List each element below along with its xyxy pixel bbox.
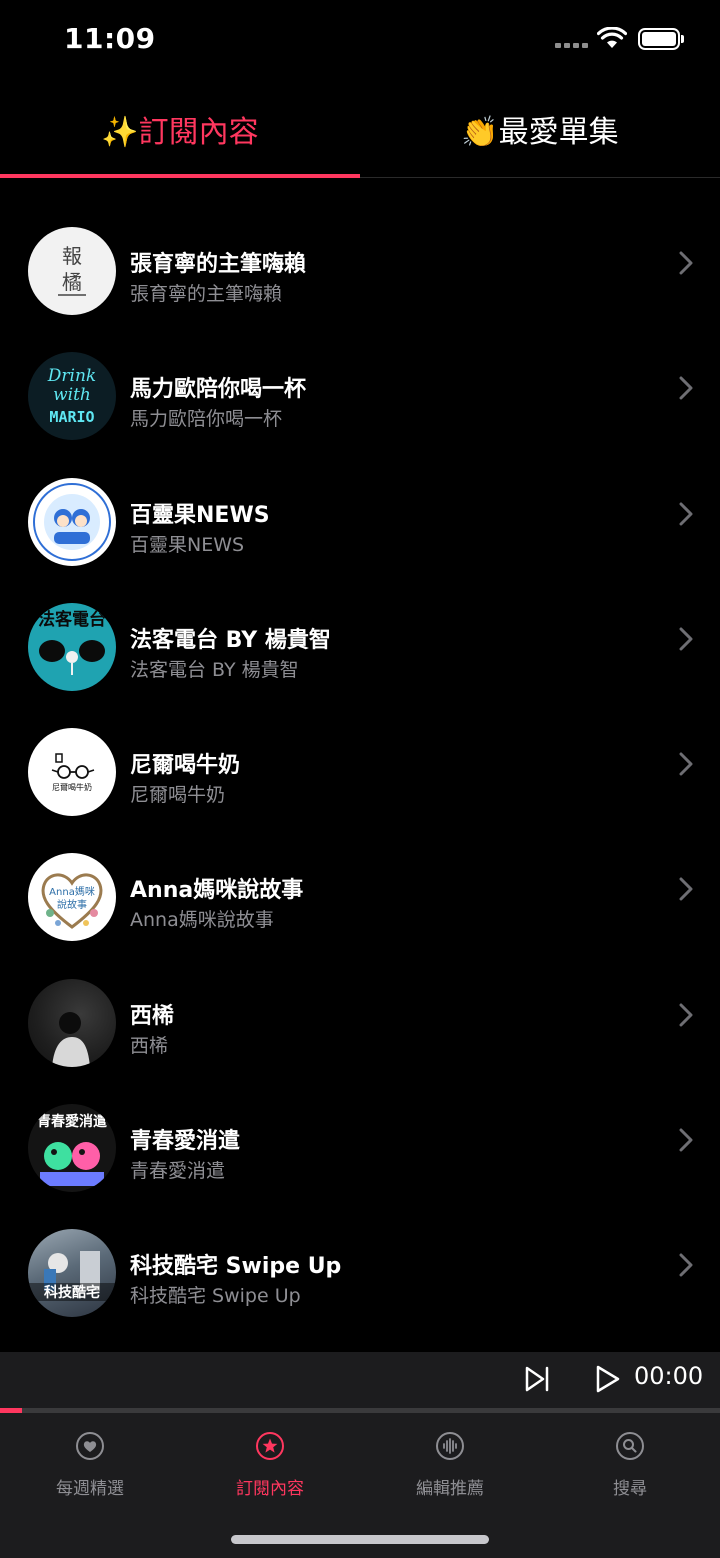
artwork-text: 說故事 bbox=[57, 898, 87, 911]
tab-subscriptions[interactable]: ✨訂閱內容 bbox=[0, 80, 360, 178]
podcast-title: 法客電台 BY 楊貴智 bbox=[130, 627, 331, 653]
chevron-right-icon bbox=[679, 1128, 693, 1152]
chevron-right-icon bbox=[679, 752, 693, 776]
status-time: 11:09 bbox=[64, 22, 156, 55]
top-tabs: ✨訂閱內容 👏最愛單集 bbox=[0, 80, 720, 178]
play-icon[interactable] bbox=[594, 1364, 622, 1394]
artwork-text: Anna媽咪 bbox=[49, 885, 95, 898]
podcast-title: 百靈果NEWS bbox=[130, 502, 270, 528]
podcast-row[interactable]: 青春愛消遣 青春愛消遣 青春愛消遣 bbox=[0, 1085, 720, 1210]
podcast-subtitle: 青春愛消遣 bbox=[130, 1160, 226, 1183]
chevron-right-icon bbox=[679, 1253, 693, 1277]
podcast-title: Anna媽咪說故事 bbox=[130, 878, 304, 904]
heart-wreath-artwork: Anna媽咪 說故事 bbox=[28, 853, 116, 942]
podcast-row[interactable]: 報 橘 張育寧的主筆嗨賴 張育寧的主筆嗨賴 bbox=[0, 208, 720, 333]
home-indicator bbox=[231, 1535, 489, 1544]
chevron-right-icon bbox=[679, 376, 693, 400]
podcast-row[interactable]: 法客電台 法客電台 BY 楊貴智 法客電台 BY 楊貴智 bbox=[0, 584, 720, 709]
artwork-text: 法客電台 bbox=[38, 609, 106, 630]
chevron-right-icon bbox=[679, 502, 693, 526]
artwork-text: with bbox=[53, 385, 91, 405]
glasses-logo-artwork: 尼爾喝牛奶 bbox=[28, 728, 116, 817]
portrait-photo-artwork bbox=[28, 978, 116, 1067]
chevron-right-icon bbox=[679, 1003, 693, 1027]
podcast-row[interactable]: 尼爾喝牛奶 尼爾喝牛奶 尼爾喝牛奶 bbox=[0, 709, 720, 834]
youth-illustration-artwork: 青春愛消遣 bbox=[28, 1104, 116, 1193]
heart-icon bbox=[76, 1432, 104, 1460]
world-news-artwork bbox=[28, 477, 116, 566]
fake-radio-artwork: 法客電台 bbox=[28, 602, 116, 691]
podcast-subtitle: Anna媽咪說故事 bbox=[130, 909, 274, 932]
chevron-right-icon bbox=[679, 627, 693, 651]
chevron-right-icon bbox=[679, 877, 693, 901]
tab-label: 每週精選 bbox=[56, 1479, 124, 1499]
podcast-subtitle: 科技酷宅 Swipe Up bbox=[130, 1285, 301, 1308]
podcast-title: 青春愛消遣 bbox=[130, 1129, 241, 1155]
tab-label: 編輯推薦 bbox=[416, 1479, 484, 1499]
podcast-row[interactable]: 西桸 西桸 bbox=[0, 960, 720, 1085]
artwork-text: Drink bbox=[47, 366, 96, 386]
podcast-row[interactable]: 百靈果NEWS 百靈果NEWS bbox=[0, 459, 720, 584]
podcast-list: 報 橘 張育寧的主筆嗨賴 張育寧的主筆嗨賴 Drink with MARIO 馬… bbox=[0, 208, 720, 1336]
baoju-logo-artwork: 報 橘 bbox=[28, 227, 116, 315]
drink-with-mario-artwork: Drink with MARIO bbox=[28, 352, 116, 441]
podcast-title: 張育寧的主筆嗨賴 bbox=[130, 252, 307, 277]
artwork-text: 青春愛消遣 bbox=[37, 1113, 107, 1130]
artwork-text: 尼爾喝牛奶 bbox=[52, 782, 92, 792]
chevron-right-icon bbox=[679, 251, 693, 275]
search-icon bbox=[616, 1432, 644, 1460]
tech-photo-artwork: 科技酷宅 bbox=[28, 1229, 116, 1318]
tab-editor-picks[interactable]: 編輯推薦 bbox=[360, 1413, 540, 1513]
tab-favorite-episodes[interactable]: 👏最愛單集 bbox=[360, 80, 720, 178]
podcast-subtitle: 尼爾喝牛奶 bbox=[130, 784, 226, 807]
podcast-subtitle: 百靈果NEWS bbox=[130, 533, 245, 556]
podcast-row[interactable]: Drink with MARIO 馬力歐陪你喝一杯 馬力歐陪你喝一杯 bbox=[0, 333, 720, 458]
wifi-icon bbox=[597, 27, 627, 48]
tab-weekly-picks[interactable]: 每週精選 bbox=[0, 1413, 180, 1513]
status-bar: 11:09 bbox=[0, 0, 720, 80]
skip-forward-icon[interactable] bbox=[522, 1364, 552, 1394]
artwork-text: MARIO bbox=[49, 408, 94, 426]
mini-player: 00:00 bbox=[0, 1352, 720, 1408]
battery-icon bbox=[638, 28, 684, 50]
cellular-signal-icon bbox=[555, 43, 588, 48]
podcast-row[interactable]: 科技酷宅 科技酷宅 Swipe Up 科技酷宅 Swipe Up bbox=[0, 1210, 720, 1335]
tab-indicator bbox=[0, 174, 360, 178]
podcast-title: 尼爾喝牛奶 bbox=[130, 753, 241, 779]
tab-search[interactable]: 搜尋 bbox=[540, 1413, 720, 1513]
podcast-title: 西桸 bbox=[130, 1003, 175, 1029]
tab-subscriptions-bottom[interactable]: 訂閱內容 bbox=[180, 1413, 360, 1513]
podcast-row[interactable]: Anna媽咪 說故事 Anna媽咪說故事 Anna媽咪說故事 bbox=[0, 834, 720, 959]
star-icon bbox=[256, 1432, 284, 1460]
podcast-title: 科技酷宅 Swipe Up bbox=[130, 1254, 342, 1280]
artwork-text: 報 bbox=[62, 244, 82, 268]
artwork-text: 橘 bbox=[62, 270, 82, 294]
podcast-subtitle: 法客電台 BY 楊貴智 bbox=[130, 658, 299, 681]
tab-label: 搜尋 bbox=[613, 1479, 647, 1499]
podcast-subtitle: 西桸 bbox=[130, 1034, 169, 1057]
podcast-subtitle: 馬力歐陪你喝一杯 bbox=[130, 408, 283, 431]
artwork-text: 科技酷宅 bbox=[44, 1284, 100, 1301]
podcast-title: 馬力歐陪你喝一杯 bbox=[130, 377, 307, 403]
podcast-subtitle: 張育寧的主筆嗨賴 bbox=[130, 283, 283, 305]
waveform-icon bbox=[436, 1432, 464, 1460]
tab-label: 訂閱內容 bbox=[236, 1479, 304, 1499]
player-time: 00:00 bbox=[634, 1362, 704, 1390]
